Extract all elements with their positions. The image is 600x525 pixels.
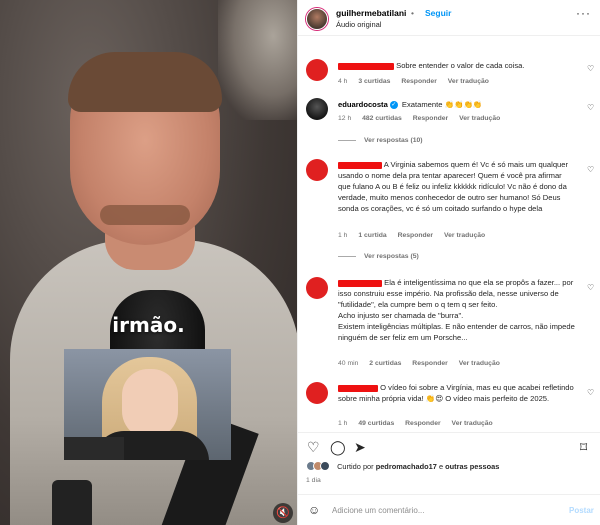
see-translation-button[interactable]: Ver tradução	[452, 420, 493, 427]
comment-likes[interactable]: 2 curtidas	[369, 360, 401, 367]
comment-meta: 4 h 3 curtidas Responder Ver tradução	[338, 78, 498, 85]
comment-meta: 12 h 482 curtidas Responder Ver tradução	[338, 115, 509, 122]
liked-by-line: Curtido por pedromachado17 e outras pess…	[306, 461, 596, 473]
comment-text-line: eduardocosta ✓ Exatamente 👏👏👏👏	[338, 99, 578, 110]
add-comment-bar: ☺ Adicione um comentário... Postar	[298, 494, 600, 525]
comment-likes[interactable]: 3 curtidas	[358, 78, 390, 85]
audio-link[interactable]: Áudio original	[336, 20, 381, 29]
comment-meta: 1 h 1 curtida Responder Ver tradução	[338, 232, 494, 239]
comment-text-line: Sobre entender o valor de cada coisa.	[338, 60, 578, 71]
comment-likes[interactable]: 482 curtidas	[362, 115, 402, 122]
comment-text: Existem inteligências múltiplas. E não e…	[338, 322, 575, 342]
comment-time: 40 min	[338, 360, 359, 367]
author-avatar[interactable]	[306, 8, 328, 30]
speaker-muted-icon[interactable]: 🔇	[273, 503, 293, 523]
comment-username[interactable]: eduardocosta	[338, 100, 388, 109]
lamp-light	[218, 0, 297, 120]
reel-video[interactable]: irmão. 🔇	[0, 0, 297, 525]
author-username[interactable]: guilhermebatilani	[336, 8, 406, 18]
commenter-avatar[interactable]	[306, 277, 328, 299]
liked-by-user[interactable]: pedromachado17	[376, 462, 437, 471]
comment-input[interactable]: Adicione um comentário...	[332, 506, 425, 515]
commenter-avatar[interactable]	[306, 382, 328, 404]
reply-button[interactable]: Responder	[413, 115, 449, 122]
reply-button[interactable]: Responder	[398, 232, 434, 239]
follow-button[interactable]: Seguir	[425, 8, 451, 18]
inset-face	[122, 369, 178, 439]
redacted-username	[338, 279, 382, 287]
redacted-username	[338, 62, 394, 70]
redacted-username	[338, 384, 378, 392]
reply-button[interactable]: Responder	[405, 420, 441, 427]
liked-by-others[interactable]: outras pessoas	[445, 462, 499, 471]
heart-icon[interactable]: ♡	[307, 439, 320, 456]
liker-avatar[interactable]	[320, 461, 330, 472]
more-options-icon[interactable]: ···	[576, 6, 591, 20]
verified-badge-icon: ✓	[389, 101, 398, 109]
post-side-panel: guilhermebatilani • Seguir Áudio origina…	[297, 0, 600, 525]
comment-likes[interactable]: 1 curtida	[358, 232, 386, 239]
comment-time: 4 h	[338, 78, 348, 85]
reply-button[interactable]: Responder	[412, 360, 448, 367]
see-translation-button[interactable]: Ver tradução	[459, 115, 500, 122]
presenter-hair	[68, 52, 222, 112]
view-replies-button[interactable]: Ver respostas (5)	[338, 253, 419, 260]
comment-text-line: O vídeo foi sobre a Virgínia, mas eu que…	[338, 382, 576, 404]
comments-list[interactable]: Sobre entender o valor de cada coisa. 4 …	[298, 36, 600, 431]
commenter-avatar[interactable]	[306, 59, 328, 81]
heart-icon[interactable]: ♡	[587, 388, 594, 397]
comment-meta: 1 h 49 curtidas Responder Ver tradução	[338, 420, 502, 427]
video-caption: irmão.	[112, 313, 185, 337]
view-replies-button[interactable]: Ver respostas (10)	[338, 137, 423, 144]
see-translation-button[interactable]: Ver tradução	[448, 78, 489, 85]
comment-time: 12 h	[338, 115, 352, 122]
heart-icon[interactable]: ♡	[587, 103, 594, 112]
heart-icon[interactable]: ♡	[587, 283, 594, 292]
commenter-avatar[interactable]	[306, 98, 328, 120]
comment-text-line: Ela é inteligentíssima no que ela se pro…	[338, 277, 576, 343]
comment-text: Exatamente 👏👏👏👏	[401, 100, 483, 109]
comment-text: Sobre entender o valor de cada coisa.	[396, 61, 525, 70]
comment-likes[interactable]: 49 curtidas	[358, 420, 394, 427]
see-translation-button[interactable]: Ver tradução	[444, 232, 485, 239]
send-icon[interactable]: ➤	[354, 439, 366, 456]
see-translation-button[interactable]: Ver tradução	[459, 360, 500, 367]
heart-icon[interactable]: ♡	[587, 165, 594, 174]
wristwatch	[52, 480, 92, 525]
inset-photo	[64, 349, 231, 460]
comment-time: 1 h	[338, 232, 348, 239]
emoji-icon[interactable]: ☺	[308, 503, 320, 517]
header-separator: •	[411, 8, 414, 18]
comment-text: Acho injusto ser chamada de "burra".	[338, 311, 464, 320]
reply-button[interactable]: Responder	[401, 78, 437, 85]
heart-icon[interactable]: ♡	[587, 64, 594, 73]
redacted-username	[338, 161, 382, 169]
post-date[interactable]: 1 dia	[306, 477, 321, 484]
liked-by-prefix: Curtido por	[337, 461, 374, 471]
comment-text-line: A Virginia sabemos quem é! Vc é só mais …	[338, 159, 576, 214]
presenter-mustache	[100, 205, 190, 225]
post-actions-bar: ♡ ◯ ➤ ⌑	[298, 432, 600, 462]
post-header: guilhermebatilani • Seguir Áudio origina…	[298, 0, 600, 36]
inset-microphone	[64, 437, 124, 460]
comment-meta: 40 min 2 curtidas Responder Ver tradução	[338, 360, 509, 367]
post-comment-button[interactable]: Postar	[569, 506, 594, 515]
comment-icon[interactable]: ◯	[330, 439, 346, 456]
liked-by-suffix: e	[438, 461, 444, 471]
bookmark-icon[interactable]: ⌑	[580, 439, 587, 456]
commenter-avatar[interactable]	[306, 159, 328, 181]
comment-time: 1 h	[338, 420, 348, 427]
